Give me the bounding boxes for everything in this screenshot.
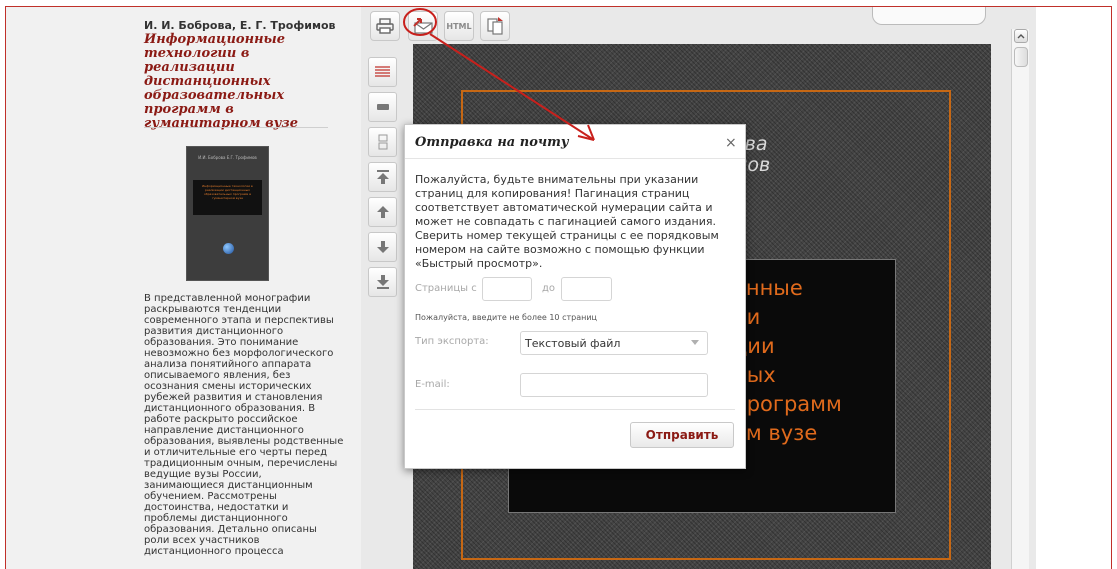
arrow-to-bottom-icon <box>376 275 389 289</box>
dialog-message: Пожалуйста, будьте внимательны при указа… <box>415 173 719 270</box>
dialog-title: Отправка на почту <box>415 135 569 150</box>
cover-title-line: ии <box>733 305 761 329</box>
copy-pages-icon <box>487 17 503 35</box>
cover-title-line: онные <box>733 276 803 300</box>
email-field[interactable] <box>520 373 708 397</box>
envelope-arrow-icon <box>413 18 433 34</box>
pages-from-label: Страницы с <box>415 283 477 294</box>
cover-title-line: ции <box>733 334 775 358</box>
scroll-up-button[interactable] <box>1014 29 1028 43</box>
send-email-button[interactable] <box>408 11 438 41</box>
send-email-dialog: Отправка на почту × Пожалуйста, будьте в… <box>404 124 746 469</box>
comments-button[interactable] <box>368 92 397 122</box>
book-description: В представленной монографии раскрываются… <box>144 293 344 557</box>
first-page-button[interactable] <box>368 162 397 192</box>
vertical-scrollbar[interactable] <box>1011 29 1029 569</box>
book-sidebar: И. И. Боброва, Е. Г. Трофимов Информацио… <box>6 7 361 569</box>
dialog-header: Отправка на почту × <box>405 125 745 159</box>
book-author: И. И. Боброва, Е. Г. Трофимов <box>144 19 336 32</box>
html-export-button[interactable]: HTML <box>444 11 474 41</box>
export-type-select[interactable]: Текстовый файл <box>520 331 708 355</box>
scroll-thumb[interactable] <box>1014 47 1028 67</box>
table-of-contents-button[interactable] <box>368 57 397 87</box>
close-icon[interactable]: × <box>725 135 737 151</box>
publisher-logo-icon <box>223 243 234 254</box>
cover-authors: И.И. Боброва Е.Г. Трофимов <box>198 155 257 160</box>
cover-title-line: ных <box>733 363 776 387</box>
chevron-up-icon <box>1017 34 1025 39</box>
send-button[interactable]: Отправить <box>630 422 734 448</box>
cover-title-line: программ <box>733 392 842 416</box>
cover-title-line: ом вузе <box>733 421 818 445</box>
cover-title-text: онные ии ции ных программ ом вузе <box>733 274 842 448</box>
export-type-value: Текстовый файл <box>525 337 621 350</box>
pages-to-label: до <box>542 283 556 294</box>
comment-icon <box>376 104 389 110</box>
last-page-button[interactable] <box>368 267 397 297</box>
cover-title: Информационные технологии в реализации д… <box>193 180 262 215</box>
bookmark-button[interactable] <box>368 127 397 157</box>
book-title[interactable]: Информационные технологии в реализации д… <box>144 33 334 131</box>
side-toolbar <box>368 57 398 302</box>
next-page-button[interactable] <box>368 232 397 262</box>
sidebar-divider <box>144 127 328 128</box>
bookmark-icon <box>378 134 387 150</box>
pages-to-input[interactable] <box>561 277 612 301</box>
arrow-down-icon <box>376 241 389 253</box>
page-frame: И. И. Боброва, Е. Г. Трофимов Информацио… <box>5 6 1112 569</box>
copy-pages-button[interactable] <box>480 11 510 41</box>
pages-from-input[interactable] <box>482 277 532 301</box>
dialog-divider <box>415 409 735 410</box>
email-label: E-mail: <box>415 379 450 390</box>
previous-page-button[interactable] <box>368 197 397 227</box>
printer-icon <box>376 18 394 34</box>
html-label: HTML <box>446 21 472 31</box>
arrow-up-icon <box>376 206 389 218</box>
export-type-label: Тип экспорта: <box>415 336 489 347</box>
toc-icon <box>374 66 390 77</box>
pages-hint: Пожалуйста, введите не более 10 страниц <box>415 313 597 322</box>
chevron-down-icon <box>691 340 699 345</box>
print-button[interactable] <box>370 11 400 41</box>
top-panel-tab[interactable] <box>872 7 986 25</box>
reader-stage: И. И. Боброва, Е. Г. Трофимов Информацио… <box>6 7 1036 569</box>
arrow-to-top-icon <box>376 170 389 184</box>
book-cover[interactable]: И.И. Боброва Е.Г. Трофимов Информационны… <box>186 146 269 281</box>
